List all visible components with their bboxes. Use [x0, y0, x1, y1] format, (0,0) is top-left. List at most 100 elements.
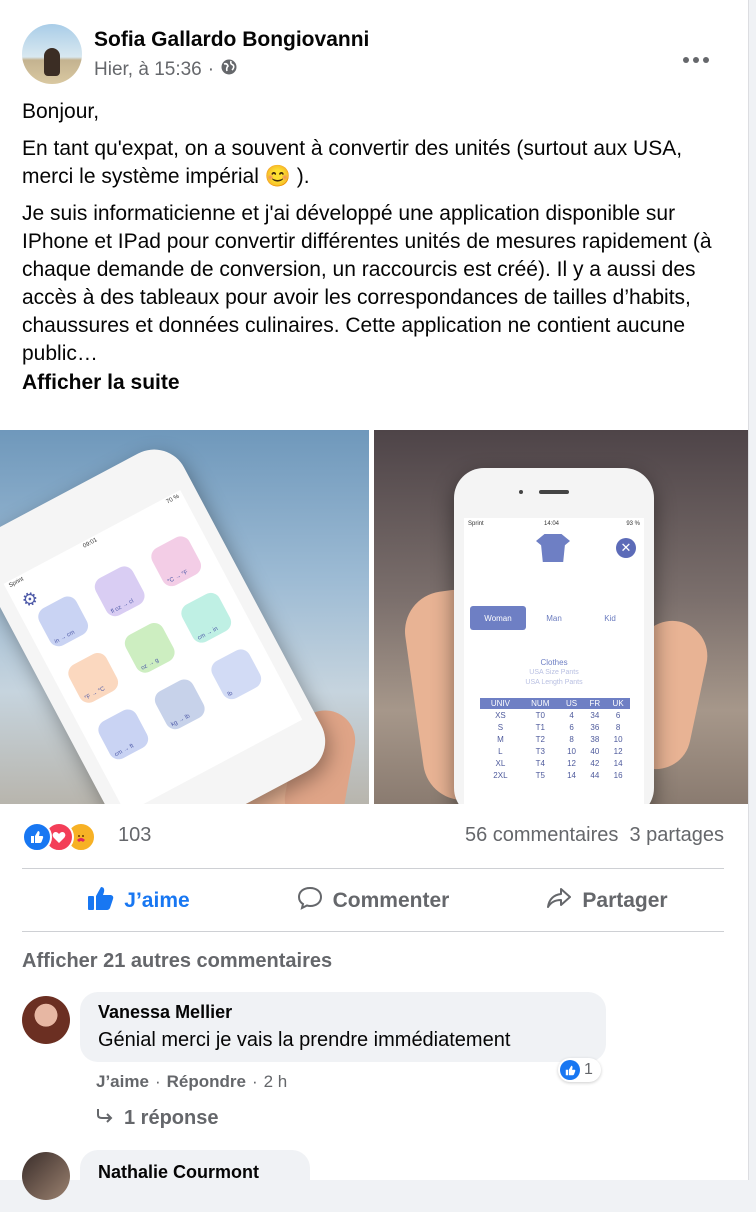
post-actions: J’aime Commenter Partager [22, 870, 724, 932]
tile-label: oz → g [140, 657, 160, 672]
comment-like-badge[interactable]: 1 [558, 1058, 601, 1082]
tile-label: °C → °F [166, 569, 190, 586]
table-row: XL T4 12 42 14 [495, 758, 623, 768]
tab-woman[interactable]: Woman [470, 606, 526, 630]
comment-bubble: Vanessa Mellier Génial merci je vais la … [80, 992, 606, 1062]
table-header: FR [583, 698, 607, 709]
comment-count[interactable]: 56 commentaires [465, 824, 618, 846]
tile-cm-in: cm → in [177, 589, 235, 647]
post-timestamp[interactable]: Hier, à 15:36 [94, 59, 202, 81]
like-reaction-icon [22, 822, 52, 852]
table-row: 2XL T5 14 44 16 [493, 770, 623, 780]
comment-reply-button[interactable]: Répondre [167, 1072, 246, 1092]
status-battery: 93 % [626, 521, 640, 527]
tile-floz-cl: fl oz → cl [91, 562, 149, 620]
status-time: 09:01 [82, 537, 99, 550]
tile-c-f: °C → °F [147, 532, 205, 590]
author-name[interactable]: Sofia Gallardo Bongiovanni [94, 28, 369, 52]
phone-left: Sprint 09:01 70 % ⚙ in → cm fl oz → cl °… [0, 437, 338, 804]
divider [22, 931, 724, 932]
status-carrier: Sprint [8, 576, 25, 590]
comment-bubble: Nathalie Courmont [80, 1150, 310, 1212]
share-count[interactable]: 3 partages [629, 824, 724, 846]
post-paragraph: En tant qu'expat, on a souvent à convert… [22, 137, 683, 188]
close-icon[interactable]: ✕ [616, 538, 636, 558]
separator: · [154, 1072, 161, 1091]
status-battery: 70 % [165, 493, 181, 506]
section-subtitle: USA Size Pants [529, 669, 579, 676]
tile-kg-lb: kg → lb [151, 675, 209, 733]
tile-label: °F → °C [83, 686, 107, 702]
camera-shape [519, 490, 523, 494]
separator: · [251, 1072, 258, 1091]
commenter-avatar[interactable] [22, 996, 70, 1044]
comment-share-counts: 56 commentaires 3 partages [465, 824, 724, 847]
view-more-comments-link[interactable]: Afficher 21 autres commentaires [22, 950, 332, 973]
tile-label: cm → in [196, 626, 220, 642]
reaction-count[interactable]: 103 [118, 824, 151, 847]
post-text: Bonjour, En tant qu'expat, on a souvent … [22, 98, 726, 397]
section-title: Clothes [540, 658, 568, 667]
post-header: Sofia Gallardo Bongiovanni Hier, à 15:36… [22, 22, 728, 86]
comment-text: Génial merci je vais la prendre immédiat… [98, 1029, 511, 1051]
tile-lb: lb [207, 645, 265, 703]
comment-time[interactable]: 2 h [264, 1072, 288, 1092]
comment-label: Commenter [332, 889, 450, 912]
like-label: J’aime [124, 889, 190, 912]
phone-left-screen: Sprint 09:01 70 % ⚙ in → cm fl oz → cl °… [3, 490, 303, 804]
comment-like-button[interactable]: J’aime [96, 1072, 149, 1092]
table-header: UK [606, 698, 630, 709]
size-table: UNIV NUM US FR UK XS T0 4 34 6 S T1 6 36 8 M T2 8 3… [480, 698, 630, 781]
view-replies-link[interactable]: 1 réponse [96, 1107, 218, 1130]
comment-like-count: 1 [584, 1061, 593, 1078]
app-screenshot-photo-left[interactable]: Sprint 09:01 70 % ⚙ in → cm fl oz → cl °… [0, 430, 369, 804]
post-meta: Hier, à 15:36 · [94, 58, 238, 82]
share-button[interactable]: Partager [490, 870, 724, 932]
phone-right-screen: Sprint 14:04 93 % ✕ Woman Man Kid Clothe… [464, 518, 644, 804]
tshirt-icon [536, 534, 570, 562]
table-header: US [559, 698, 584, 709]
reaction-icons[interactable] [22, 822, 106, 852]
table-row: M T2 8 38 10 [497, 734, 623, 744]
post-paragraph: Bonjour, [22, 100, 100, 123]
like-button[interactable]: J’aime [22, 870, 256, 932]
table-row: L T3 10 40 12 [498, 746, 623, 756]
table-header: NUM [520, 698, 560, 709]
tile-f-c: °F → °C [64, 649, 122, 707]
reactions-bar: 103 56 commentaires 3 partages [22, 820, 724, 852]
status-carrier: Sprint [468, 521, 484, 527]
table-row: XS T0 4 34 6 [495, 710, 621, 720]
tile-label: lb [226, 690, 234, 699]
thumbs-up-icon [88, 886, 114, 916]
replies-label: 1 réponse [124, 1107, 219, 1129]
see-more-link[interactable]: Afficher la suite [22, 369, 726, 397]
post-card: Sofia Gallardo Bongiovanni Hier, à 15:36… [0, 0, 749, 1212]
author-avatar[interactable] [22, 24, 82, 84]
app-screenshot-photo-right[interactable]: Sprint 14:04 93 % ✕ Woman Man Kid Clothe… [374, 430, 748, 804]
tile-label: kg → lb [170, 713, 192, 729]
more-options-icon[interactable] [682, 40, 710, 71]
post-images: Sprint 09:01 70 % ⚙ in → cm fl oz → cl °… [0, 430, 748, 804]
globe-icon [220, 58, 238, 82]
tile-oz-g: oz → g [121, 619, 179, 677]
commenter-name[interactable]: Vanessa Mellier [98, 1002, 590, 1023]
tab-kid[interactable]: Kid [582, 606, 638, 630]
tile-label: in → cm [53, 629, 77, 646]
comment-button[interactable]: Commenter [256, 870, 490, 932]
table-row: S T1 6 36 8 [497, 722, 621, 732]
comment-icon [297, 886, 323, 916]
tab-man[interactable]: Man [526, 606, 582, 630]
section-subtitle: USA Length Pants [525, 679, 583, 686]
gear-icon: ⚙ [18, 586, 42, 612]
post-paragraph: Je suis informaticienne et j'ai développ… [22, 202, 712, 365]
tile-in-cm: in → cm [34, 592, 92, 650]
meta-separator: · [207, 59, 215, 80]
reply-arrow-icon [96, 1107, 114, 1130]
table-header: UNIV [480, 698, 521, 709]
status-time: 14:04 [544, 521, 560, 527]
speaker-shape [539, 490, 569, 494]
comment-actions: J’aime · Répondre · 2 h [96, 1072, 287, 1092]
tile-cm-ft: cm → ft [94, 705, 152, 763]
share-label: Partager [582, 889, 668, 912]
commenter-avatar[interactable] [22, 1152, 70, 1200]
